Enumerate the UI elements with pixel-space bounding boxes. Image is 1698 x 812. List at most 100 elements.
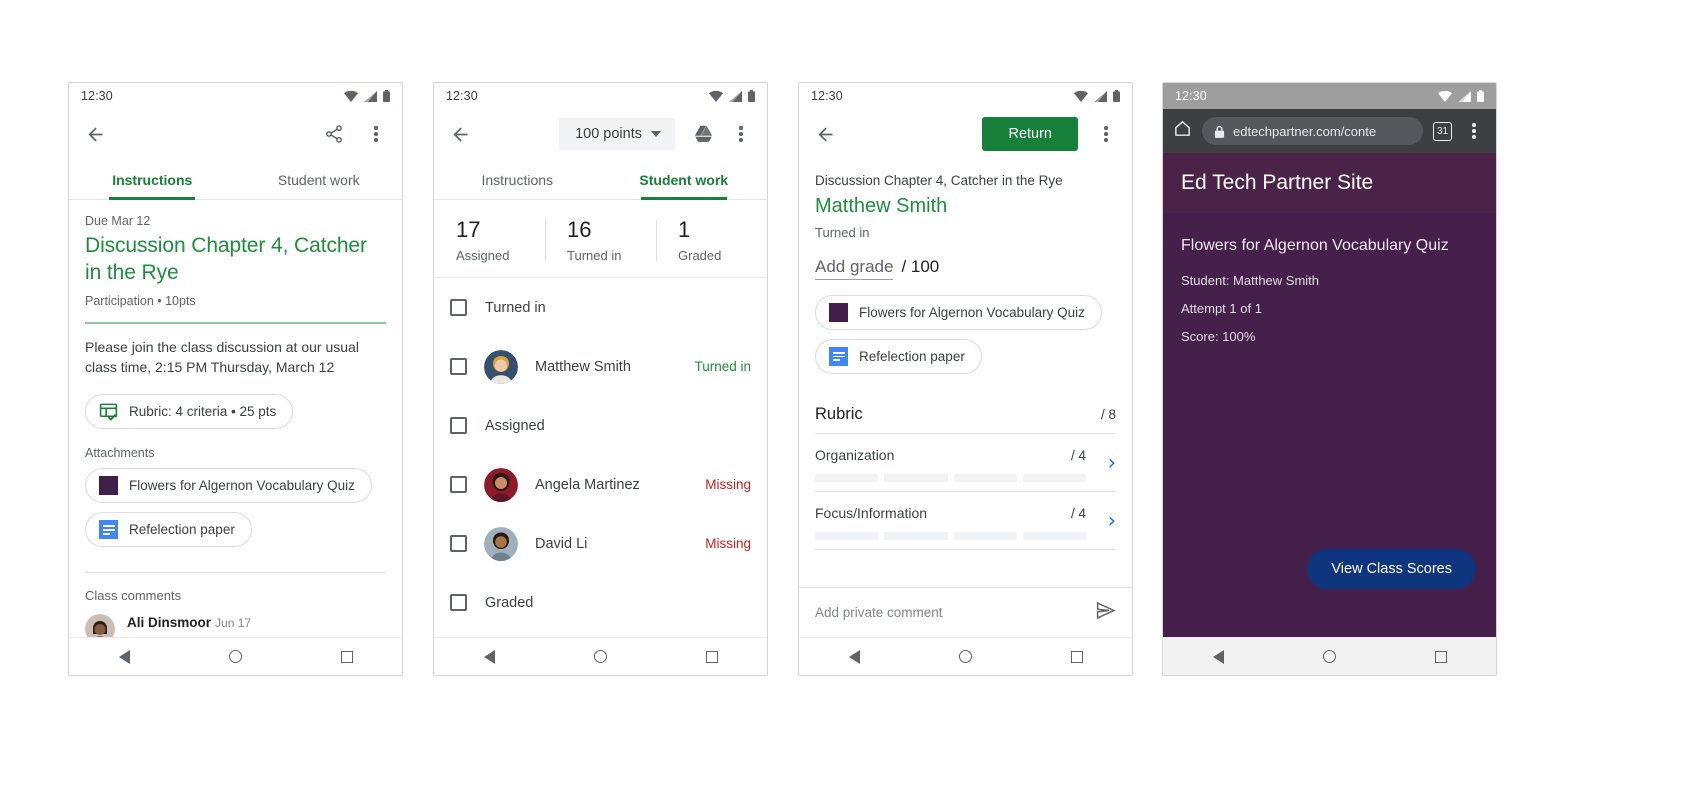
rubric-icon bbox=[99, 403, 118, 422]
more-options-icon[interactable] bbox=[364, 122, 388, 146]
attachment-label: Flowers for Algernon Vocabulary Quiz bbox=[859, 305, 1085, 320]
stat-value: 16 bbox=[567, 217, 592, 242]
checkbox[interactable] bbox=[450, 299, 467, 317]
back-arrow-icon[interactable] bbox=[813, 122, 837, 146]
stat-label: Assigned bbox=[456, 248, 510, 264]
tab-count-icon[interactable]: 31 bbox=[1433, 121, 1452, 141]
student-row-matthew-smith[interactable]: Matthew Smith Turned in bbox=[434, 337, 767, 396]
tab-instructions[interactable]: Instructions bbox=[69, 159, 236, 199]
status-badge: Missing bbox=[705, 477, 751, 493]
checkbox[interactable] bbox=[450, 358, 467, 376]
nav-recents-icon[interactable] bbox=[705, 650, 718, 663]
phone-grading-detail: 12:30 Return Discussion Chapter 4, Catch… bbox=[798, 82, 1133, 676]
home-icon[interactable] bbox=[1173, 119, 1192, 143]
chevron-right-icon[interactable]: › bbox=[1108, 510, 1116, 531]
points-dropdown[interactable]: 100 points bbox=[559, 118, 675, 150]
rubric-title: Rubric bbox=[815, 405, 863, 423]
send-icon[interactable] bbox=[1095, 600, 1116, 626]
private-comment-bar[interactable]: Add private comment bbox=[799, 587, 1132, 637]
attachment-chip-doc[interactable]: Refelection paper bbox=[815, 339, 982, 374]
grading-detail: Discussion Chapter 4, Catcher in the Rye… bbox=[799, 159, 1132, 550]
return-button[interactable]: Return bbox=[982, 117, 1078, 151]
nav-back-icon[interactable] bbox=[483, 649, 495, 664]
group-row-assigned[interactable]: Assigned bbox=[434, 396, 767, 455]
more-options-icon[interactable] bbox=[729, 122, 753, 146]
nav-recents-icon[interactable] bbox=[1070, 650, 1083, 663]
phone-assignment-instructions: 12:30 Instructions Student work Due Mar bbox=[68, 82, 403, 676]
criterion-header: Focus/Information / 4 bbox=[815, 505, 1116, 521]
doc-swatch-icon bbox=[829, 347, 848, 366]
attachment-chip-quiz[interactable]: Flowers for Algernon Vocabulary Quiz bbox=[85, 468, 372, 504]
rubric-criterion-focus-information[interactable]: Focus/Information / 4 › bbox=[815, 492, 1116, 550]
quiz-swatch-icon bbox=[829, 303, 848, 322]
nav-back-icon[interactable] bbox=[1212, 649, 1224, 664]
criterion-level-bars bbox=[815, 474, 1116, 482]
criterion-header: Organization / 4 bbox=[815, 447, 1116, 463]
class-comments-section: Class comments Ali DinsmoorJun 17 Don't … bbox=[69, 573, 402, 637]
checkbox[interactable] bbox=[450, 535, 467, 553]
back-arrow-icon[interactable] bbox=[448, 122, 472, 146]
nav-back-icon[interactable] bbox=[848, 649, 860, 664]
tab-bar: Instructions Student work bbox=[69, 159, 402, 200]
more-options-icon[interactable] bbox=[1462, 119, 1486, 143]
phone-browser-partner-site: 12:30 edtechpartner.com/conte 31 Ed Tech… bbox=[1162, 82, 1497, 676]
nav-home-icon[interactable] bbox=[593, 650, 607, 663]
status-badge: Turned in bbox=[694, 359, 751, 375]
stat-graded: 1 Graded bbox=[656, 217, 767, 264]
attachment-chip-doc[interactable]: Refelection paper bbox=[85, 512, 252, 548]
browser-toolbar: edtechpartner.com/conte 31 bbox=[1163, 109, 1496, 153]
status-icons bbox=[1438, 90, 1484, 102]
checkbox[interactable] bbox=[450, 476, 467, 494]
tab-instructions[interactable]: Instructions bbox=[434, 159, 601, 199]
checkbox[interactable] bbox=[450, 417, 467, 435]
signal-icon bbox=[1094, 90, 1107, 102]
rubric-chip-row: Rubric: 4 criteria • 25 pts bbox=[85, 394, 386, 430]
url-bar[interactable]: edtechpartner.com/conte bbox=[1202, 117, 1423, 145]
more-options-icon[interactable] bbox=[1094, 122, 1118, 146]
site-content: Flowers for Algernon Vocabulary Quiz Stu… bbox=[1163, 213, 1496, 637]
stat-turned-in: 16 Turned in bbox=[545, 217, 656, 263]
drive-icon[interactable] bbox=[691, 122, 715, 146]
signal-icon bbox=[1458, 90, 1471, 102]
private-comment-input[interactable]: Add private comment bbox=[815, 605, 943, 620]
stat-value: 17 bbox=[456, 217, 481, 242]
chevron-right-icon[interactable]: › bbox=[1108, 452, 1116, 473]
signal-icon bbox=[729, 90, 742, 102]
assignment-title: Discussion Chapter 4, Catcher in the Rye bbox=[85, 234, 367, 284]
attachment-list: Flowers for Algernon Vocabulary Quiz Ref… bbox=[815, 295, 1116, 383]
nav-recents-icon[interactable] bbox=[340, 650, 353, 663]
nav-recents-icon[interactable] bbox=[1434, 650, 1447, 663]
nav-home-icon[interactable] bbox=[958, 650, 972, 663]
grading-body: Discussion Chapter 4, Catcher in the Rye… bbox=[799, 159, 1132, 637]
status-badge: Missing bbox=[705, 536, 751, 552]
student-row-angela-martinez[interactable]: Angela Martinez Missing bbox=[434, 455, 767, 514]
stat-label: Graded bbox=[678, 248, 722, 264]
avatar bbox=[85, 614, 115, 637]
checkbox[interactable] bbox=[450, 594, 467, 612]
comment-author-row: Ali Dinsmoor Jun 17 bbox=[127, 614, 336, 632]
student-row-david-li[interactable]: David Li Missing bbox=[434, 514, 767, 573]
tab-student-work[interactable]: Student work bbox=[236, 159, 403, 199]
avatar bbox=[484, 349, 518, 384]
nav-back-icon[interactable] bbox=[118, 649, 130, 664]
attachment-chip-quiz[interactable]: Flowers for Algernon Vocabulary Quiz bbox=[815, 295, 1102, 330]
add-grade-input[interactable]: Add grade bbox=[815, 257, 894, 280]
nav-home-icon[interactable] bbox=[228, 650, 242, 663]
group-row-graded[interactable]: Graded bbox=[434, 573, 767, 632]
tab-student-work[interactable]: Student work bbox=[601, 159, 768, 199]
nav-home-icon[interactable] bbox=[1322, 650, 1336, 663]
wifi-icon bbox=[1074, 90, 1088, 102]
site-title: Ed Tech Partner Site bbox=[1181, 171, 1374, 194]
points-dropdown-label: 100 points bbox=[575, 126, 642, 142]
back-arrow-icon[interactable] bbox=[83, 122, 107, 146]
work-summary-stats: 17 Assigned 16 Turned in 1 Graded bbox=[434, 200, 767, 279]
group-row-turned-in[interactable]: Turned in bbox=[434, 278, 767, 337]
chevron-down-icon bbox=[651, 131, 661, 137]
view-class-scores-button[interactable]: View Class Scores bbox=[1307, 549, 1476, 589]
rubric-criterion-organization[interactable]: Organization / 4 › bbox=[815, 434, 1116, 492]
share-icon[interactable] bbox=[322, 122, 346, 146]
rubric-total-points: / 8 bbox=[1100, 407, 1116, 422]
student-name: Matthew Smith bbox=[535, 358, 631, 375]
battery-icon bbox=[1477, 90, 1484, 102]
rubric-chip[interactable]: Rubric: 4 criteria • 25 pts bbox=[85, 394, 294, 430]
